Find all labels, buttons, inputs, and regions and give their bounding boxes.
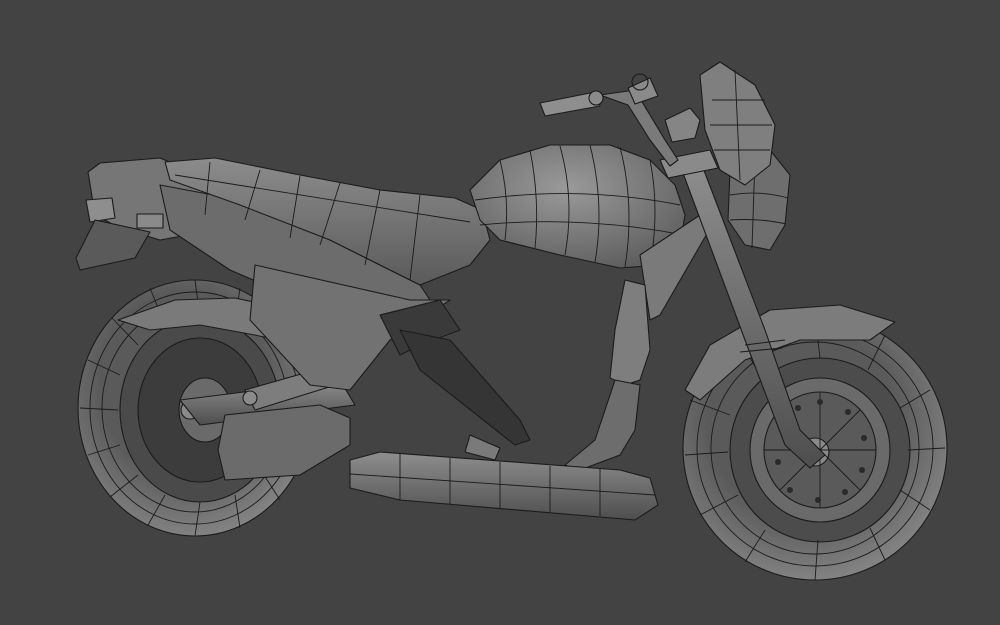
exhaust-header[interactable] — [609, 279, 651, 386]
rear-chain-guard[interactable] — [217, 404, 351, 481]
3d-viewport[interactable] — [0, 0, 1000, 625]
mirror-stalk[interactable] — [627, 73, 659, 105]
rear-reflector — [136, 213, 164, 229]
footpeg-bracket[interactable] — [464, 434, 501, 461]
motorcycle-model[interactable] — [0, 0, 1000, 625]
tail-light[interactable] — [85, 197, 116, 223]
muffler[interactable] — [349, 451, 659, 521]
exhaust-pipe[interactable] — [564, 379, 641, 471]
instrument-pod[interactable] — [664, 107, 701, 143]
kickstand-area[interactable] — [399, 329, 531, 446]
